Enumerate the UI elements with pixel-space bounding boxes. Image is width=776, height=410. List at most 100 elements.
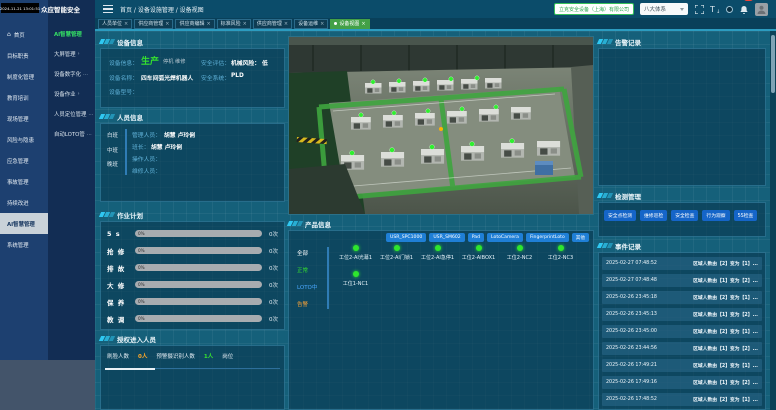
submenu-item-operation[interactable]: 设备作业›	[48, 84, 95, 104]
shift-tab-day[interactable]: 白班	[107, 131, 118, 139]
system-select[interactable]: 八大体系	[640, 3, 688, 15]
progress-percent: 0%	[138, 299, 145, 304]
theme-toggle-icon[interactable]	[726, 6, 733, 13]
shift-tab-night[interactable]: 晚班	[107, 160, 118, 168]
device-type-button[interactable]: USR_SPC1000	[386, 233, 426, 242]
fullscreen-icon[interactable]	[694, 4, 704, 14]
device-type-button[interactable]: LotoCamera	[487, 233, 523, 242]
tab-device-ops[interactable]: 设备运维×	[294, 19, 328, 29]
factory-3d-view[interactable]	[288, 36, 594, 215]
tab-standard-risk[interactable]: 标准风险×	[217, 19, 251, 29]
tab-supplier-mgmt-1[interactable]: 供应商管理×	[134, 19, 173, 29]
scrollbar-thumb[interactable]	[771, 35, 775, 93]
sidebar-item-institution[interactable]: 制度化管理	[0, 66, 48, 87]
event-row[interactable]: 2025-02-27 07:48:52区域人数由【2】变为【1】...	[602, 257, 762, 270]
station-item[interactable]: 工位1-NC1	[335, 271, 376, 287]
close-icon[interactable]: ×	[124, 21, 128, 27]
sidebar-item-emergency[interactable]: 应急管理	[0, 150, 48, 171]
station-item[interactable]: 工位2-AIBOX1	[458, 245, 499, 261]
sidebar-item-label: 持续改进	[7, 199, 29, 207]
event-row[interactable]: 2025-02-26 17:49:21区域人数由【2】变为【1】...	[602, 359, 762, 372]
sidebar-item-system[interactable]: 系统管理	[0, 234, 48, 255]
tab-supplier-mgmt-2[interactable]: 供应商管理×	[253, 19, 292, 29]
panel-header: 作业计划	[100, 209, 285, 220]
progress-bar: 0%	[135, 264, 262, 271]
sidebar-item-targets[interactable]: 目标职责	[0, 45, 48, 66]
font-size-icon[interactable]: T↓	[710, 4, 720, 14]
panel-deco-icon	[598, 39, 612, 44]
device-type-button[interactable]: FingerprintLoto	[526, 233, 569, 242]
event-row[interactable]: 2025-02-26 23:45:00区域人数由【2】变为【1】...	[602, 325, 762, 338]
sidebar-item-accident[interactable]: 事故管理	[0, 171, 48, 192]
station-item[interactable]: 工位2-AI光幕1	[335, 245, 376, 261]
station-item[interactable]: 工位2-AI门锁1	[376, 245, 417, 261]
manager-label: 管理人员：	[132, 130, 161, 139]
submenu-item-bigscreen[interactable]: 大屏管理›	[48, 44, 95, 64]
behavior-observation-button[interactable]: 行为观察	[702, 210, 729, 221]
station-item[interactable]: 工位2-AI急停1	[417, 245, 458, 261]
tab-supplier-edit[interactable]: 供应商编辑×	[175, 19, 214, 29]
safety-inspection-button[interactable]: 安全检查	[671, 210, 698, 221]
submenu-item-loto[interactable]: 自动LOTO管…	[48, 124, 95, 144]
sidebar-item-risk[interactable]: 风险与隐患	[0, 129, 48, 150]
safety-point-check-button[interactable]: 安全点检测	[604, 210, 636, 221]
status-dot-green	[353, 271, 359, 277]
submenu-item-location[interactable]: 人员定位管理…	[48, 104, 95, 124]
tab-device-view[interactable]: 设备视图×	[330, 19, 369, 29]
progress-percent: 0%	[138, 231, 145, 236]
event-row[interactable]: 2025-02-26 17:49:16区域人数由【1】变为【2】...	[602, 376, 762, 389]
avatar[interactable]	[755, 3, 768, 16]
tab-personnel-units[interactable]: 人员单位×	[98, 19, 132, 29]
event-row[interactable]: 2025-02-27 07:48:48区域人数由【1】变为【2】...	[602, 274, 762, 287]
event-message: 区域人数由【1】变为【2】...	[693, 345, 758, 352]
station-item[interactable]: 工位2-NC2	[499, 245, 540, 261]
filter-all[interactable]: 全部	[297, 249, 317, 257]
notifications-bell[interactable]: 12	[739, 0, 749, 19]
station-label: 工位2-AIBOX1	[462, 254, 495, 261]
device-type-button[interactable]: Pad	[468, 233, 484, 242]
close-icon[interactable]: ×	[206, 21, 210, 27]
close-icon[interactable]: ×	[165, 21, 169, 27]
panel-header: 告警记录	[598, 36, 766, 47]
panel-header: 授权进入人员	[100, 333, 285, 344]
submenu-item-ai[interactable]: AI智慧管理	[48, 24, 95, 44]
panel-body: 5 s0%0次 抢 修0%0次 排 故0%0次 大 修0%0次 保 养0%0次 …	[100, 221, 285, 330]
filter-normal[interactable]: 正常	[297, 266, 317, 274]
hamburger-icon[interactable]	[103, 5, 113, 13]
tab-label: 人员单位	[102, 20, 122, 27]
shift-tab-middle[interactable]: 中班	[107, 146, 118, 154]
filter-loto[interactable]: LOTO中	[297, 283, 317, 291]
personnel-panel: 人员信息 白班 中班 晚班 管理人员： 胡慧 卢玲俐 班长： 胡慧 卢玲俐 操作…	[100, 111, 285, 202]
submenu-item-digital[interactable]: 设备数字化…	[48, 64, 95, 84]
close-icon[interactable]: ×	[320, 21, 324, 27]
event-row[interactable]: 2025-02-26 23:45:18区域人数由【2】变为【1】...	[602, 291, 762, 304]
sidebar-item-training[interactable]: 教育培训	[0, 87, 48, 108]
plan-label: 抢 修	[107, 246, 135, 256]
product-info-panel: 产品信息 USR_SPC1000 USR_SM602 Pad LotoCamer…	[288, 218, 594, 410]
event-row[interactable]: 2025-02-26 23:44:56区域人数由【1】变为【2】...	[602, 342, 762, 355]
scrollbar[interactable]	[770, 31, 776, 410]
foreman-value: 胡慧 卢玲俐	[151, 142, 182, 151]
close-icon[interactable]: ×	[284, 21, 288, 27]
close-icon[interactable]: ×	[361, 21, 365, 27]
ellipsis-icon: …	[87, 131, 92, 137]
sidebar-item-improve[interactable]: 持续改进	[0, 192, 48, 213]
station-item[interactable]: 工位2-NC3	[540, 245, 581, 261]
filter-alarm[interactable]: 告警	[297, 300, 317, 308]
company-button[interactable]: 立克安全设备（上海）有限公司	[554, 3, 634, 15]
fiveS-check-button[interactable]: 5S检查	[734, 210, 758, 221]
close-icon[interactable]: ×	[243, 21, 247, 27]
sidebar-item-site[interactable]: 现场管理	[0, 108, 48, 129]
maintenance-patrol-button[interactable]: 维修巡检	[640, 210, 667, 221]
device-type-button[interactable]: USR_SM602	[429, 233, 464, 242]
safety-eval-value: 机械风险： 低	[231, 58, 268, 67]
sidebar-item-ai[interactable]: AI智慧管理	[0, 213, 48, 234]
event-row[interactable]: 2025-02-26 23:45:13区域人数由【1】变为【2】...	[602, 308, 762, 321]
sidebar-item-home[interactable]: ⌂首页	[0, 24, 48, 45]
breadcrumb[interactable]: 首页 / 设备设施管理 / 设备视图	[120, 5, 204, 14]
event-row[interactable]: 2025-02-26 17:48:52区域人数由【2】变为【1】...	[602, 393, 762, 406]
device-type-button[interactable]: 其他	[572, 233, 589, 242]
plan-row: 教 调0%0次	[101, 313, 284, 324]
app-title: 众应智能安全	[41, 4, 80, 14]
top-bar: 首页 / 设备设施管理 / 设备视图 立克安全设备（上海）有限公司 八大体系 T…	[95, 0, 776, 18]
